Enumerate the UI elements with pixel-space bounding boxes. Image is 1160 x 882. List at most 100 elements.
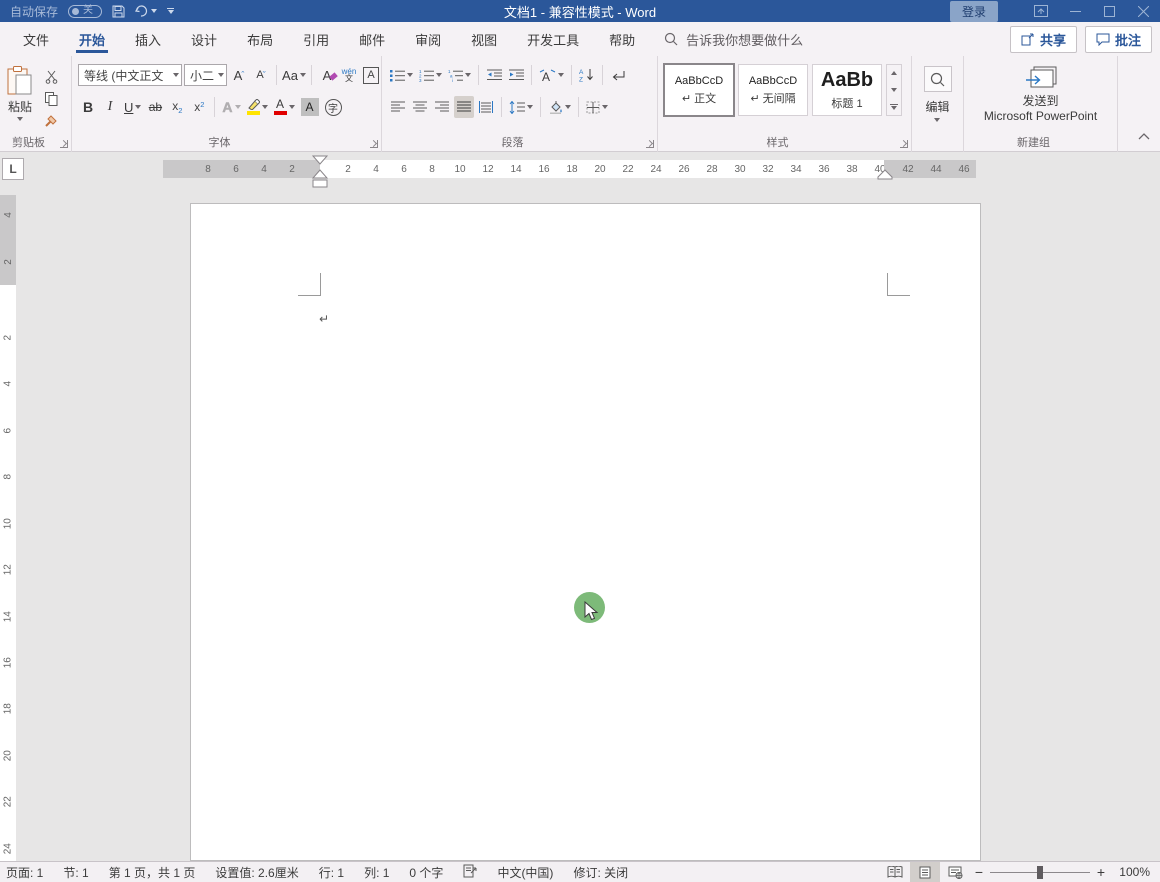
align-right-button[interactable] [432,96,452,118]
clipboard-dialog-launcher[interactable] [60,140,68,148]
zoom-level[interactable]: 100% [1110,865,1150,879]
save-button[interactable] [112,5,125,18]
tab-stop-selector[interactable]: L [2,158,24,180]
language-status[interactable]: 中文(中国) [497,864,553,881]
highlight-color-button[interactable] [245,96,270,118]
zoom-out-button[interactable]: − [970,864,988,880]
borders-button[interactable] [584,96,610,118]
track-changes-status[interactable]: 修订: 关闭 [573,864,628,881]
styles-group-label: 样式 [658,134,897,150]
underline-button[interactable]: U [122,96,143,118]
paragraph-dialog-launcher[interactable] [646,140,654,148]
collapse-ribbon-button[interactable] [1138,129,1150,143]
enclose-characters-button[interactable]: 字 [323,96,344,118]
font-color-button[interactable]: A [272,96,297,118]
comments-button[interactable]: 批注 [1085,26,1152,53]
zoom-slider-handle[interactable] [1037,866,1043,879]
style-card[interactable]: AaBbCcD ↵ 无间隔 [738,64,808,116]
status-item[interactable]: 设置值: 2.6厘米 [215,864,298,881]
style-card[interactable]: AaBb 标题 1 [812,64,882,116]
multilevel-list-button[interactable]: 1ai [446,64,473,86]
decrease-indent-button[interactable] [484,64,504,86]
line-spacing-button[interactable] [507,96,535,118]
horizontal-ruler[interactable]: 8642 24681012141618202224262830323436384… [163,160,976,178]
indent-markers[interactable] [312,155,328,192]
align-left-button[interactable] [388,96,408,118]
find-button[interactable] [924,66,952,92]
editing-menu-button[interactable]: 编辑 [925,98,949,122]
show-hide-marks-button[interactable] [608,64,628,86]
increase-indent-button[interactable] [506,64,526,86]
tell-me-search[interactable]: 告诉我你想要做什么 [664,30,803,49]
undo-button[interactable] [135,5,157,18]
italic-button[interactable]: I [100,96,120,118]
phonetic-guide-button[interactable]: wén文 [339,64,359,86]
styles-scroll-up-button[interactable] [887,65,901,82]
vertical-ruler[interactable]: 42 24681012141618202224 [0,195,16,861]
right-indent-marker[interactable] [877,169,893,183]
asian-layout-button[interactable]: A [537,64,566,86]
ribbon-tab[interactable]: 审阅 [400,22,456,56]
signin-button[interactable]: 登录 [950,1,998,22]
bullets-button[interactable] [388,64,415,86]
ribbon-tab[interactable]: 布局 [232,22,288,56]
cut-button[interactable] [40,68,62,86]
ribbon-tab[interactable]: 邮件 [344,22,400,56]
autosave-toggle[interactable]: 关 [68,5,102,18]
status-item[interactable]: 第 1 页，共 1 页 [109,864,196,881]
numbering-button[interactable]: 123 [417,64,444,86]
grow-font-button[interactable]: Aˆ [229,64,249,86]
styles-dialog-launcher[interactable] [900,140,908,148]
styles-scroll-down-button[interactable] [887,82,901,99]
justify-button[interactable] [454,96,474,118]
ribbon-tab[interactable]: 开发工具 [512,22,594,56]
font-size-combo[interactable]: 小二 [184,64,227,86]
shrink-font-button[interactable]: Aˇ [251,64,271,86]
proofing-status-button[interactable] [463,864,477,881]
format-painter-button[interactable] [40,112,62,130]
distribute-button[interactable] [476,96,496,118]
web-layout-button[interactable] [940,862,970,882]
status-item[interactable]: 页面: 1 [6,864,43,881]
align-center-button[interactable] [410,96,430,118]
styles-gallery-more-button[interactable] [887,98,901,115]
strikethrough-button[interactable]: ab [145,96,165,118]
copy-button[interactable] [40,90,62,108]
status-item[interactable]: 节: 1 [63,864,88,881]
print-layout-button[interactable] [910,862,940,882]
character-shading-button[interactable]: A [299,96,321,118]
bold-button[interactable]: B [78,96,98,118]
ribbon-display-options-button[interactable] [1024,0,1058,22]
ribbon-tab[interactable]: 引用 [288,22,344,56]
sort-button[interactable]: AZ [577,64,597,86]
text-effects-button[interactable]: A [220,96,242,118]
subscript-button[interactable]: x2 [167,96,187,118]
status-item[interactable]: 0 个字 [409,864,443,881]
send-to-powerpoint-button[interactable]: 发送到Microsoft PowerPoint [984,62,1097,124]
customize-qat-button[interactable] [167,8,174,14]
change-case-button[interactable]: Aa [282,64,306,86]
superscript-button[interactable]: x2 [189,96,209,118]
share-button[interactable]: 共享 [1010,26,1077,53]
ribbon-tab[interactable]: 文件 [8,22,64,56]
read-mode-button[interactable] [880,862,910,882]
clear-formatting-button[interactable]: A [317,64,337,86]
status-item[interactable]: 列: 1 [364,864,389,881]
ribbon-tab[interactable]: 视图 [456,22,512,56]
character-border-button[interactable]: A [361,64,381,86]
minimize-button[interactable] [1058,0,1092,22]
ribbon-tab[interactable]: 帮助 [594,22,650,56]
font-name-combo[interactable]: 等线 (中文正文 [78,64,182,86]
style-card[interactable]: AaBbCcD ↵ 正文 [664,64,734,116]
status-item[interactable]: 行: 1 [319,864,344,881]
shading-button[interactable] [546,96,573,118]
ribbon-tab[interactable]: 开始 [64,22,120,56]
zoom-in-button[interactable]: + [1092,864,1110,880]
zoom-slider[interactable] [990,862,1090,882]
ribbon-tab[interactable]: 插入 [120,22,176,56]
maximize-button[interactable] [1092,0,1126,22]
ribbon-tab[interactable]: 设计 [176,22,232,56]
document-page[interactable]: ↵ [190,203,981,861]
font-dialog-launcher[interactable] [370,140,378,148]
close-button[interactable] [1126,0,1160,22]
